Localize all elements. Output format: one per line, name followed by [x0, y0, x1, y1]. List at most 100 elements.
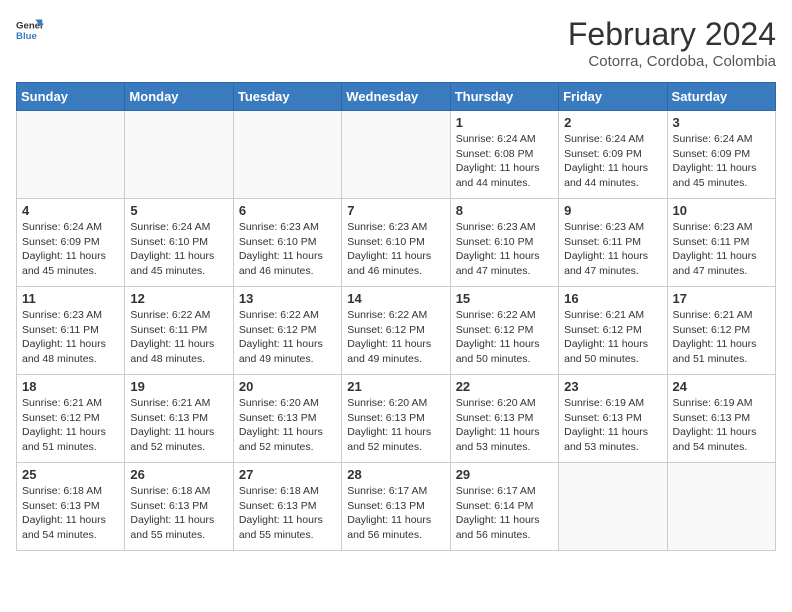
header-wednesday: Wednesday [342, 83, 450, 111]
day-number: 7 [347, 203, 444, 218]
calendar-cell [342, 111, 450, 199]
logo: General Blue [16, 16, 44, 44]
calendar-cell: 2Sunrise: 6:24 AM Sunset: 6:09 PM Daylig… [559, 111, 667, 199]
day-info: Sunrise: 6:20 AM Sunset: 6:13 PM Dayligh… [239, 396, 336, 455]
calendar-cell: 8 Sunrise: 6:23 AM Sunset: 6:10 PM Daylig… [450, 199, 558, 287]
day-number: 18 [22, 379, 119, 394]
calendar-cell: 18 Sunrise: 6:21 AM Sunset: 6:12 PM Dayli… [17, 375, 125, 463]
day-number: 13 [239, 291, 336, 306]
calendar-cell: 24Sunrise: 6:19 AM Sunset: 6:13 PM Dayli… [667, 375, 775, 463]
day-info: Sunrise: 6:18 AM Sunset: 6:13 PM Dayligh… [22, 484, 119, 543]
day-info: Sunrise: 6:24 AM Sunset: 6:09 PM Dayligh… [673, 132, 770, 191]
day-number: 26 [130, 467, 227, 482]
day-info: Sunrise: 6:21 AM Sunset: 6:12 PM Dayligh… [564, 308, 661, 367]
header-saturday: Saturday [667, 83, 775, 111]
calendar-week-2: 4 Sunrise: 6:24 AM Sunset: 6:09 PM Daylig… [17, 199, 776, 287]
calendar-table: Sunday Monday Tuesday Wednesday Thursday… [16, 82, 776, 551]
calendar-cell: 26 Sunrise: 6:18 AM Sunset: 6:13 PM Dayli… [125, 463, 233, 551]
calendar-cell: 22 Sunrise: 6:20 AM Sunset: 6:13 PM Dayli… [450, 375, 558, 463]
day-number: 15 [456, 291, 553, 306]
day-info: Sunrise: 6:23 AM Sunset: 6:10 PM Dayligh… [347, 220, 444, 279]
calendar-cell [233, 111, 341, 199]
day-info: Sunrise: 6:20 AM Sunset: 6:13 PM Dayligh… [456, 396, 553, 455]
day-number: 29 [456, 467, 553, 482]
day-info: Sunrise: 6:18 AM Sunset: 6:13 PM Dayligh… [130, 484, 227, 543]
calendar-week-3: 11 Sunrise: 6:23 AM Sunset: 6:11 PM Dayli… [17, 287, 776, 375]
calendar-cell: 27 Sunrise: 6:18 AM Sunset: 6:13 PM Dayli… [233, 463, 341, 551]
day-info: Sunrise: 6:23 AM Sunset: 6:11 PM Dayligh… [564, 220, 661, 279]
header-thursday: Thursday [450, 83, 558, 111]
calendar-week-5: 25 Sunrise: 6:18 AM Sunset: 6:13 PM Dayli… [17, 463, 776, 551]
calendar-cell: 13 Sunrise: 6:22 AM Sunset: 6:12 PM Dayli… [233, 287, 341, 375]
day-info: Sunrise: 6:23 AM Sunset: 6:10 PM Dayligh… [456, 220, 553, 279]
header-sunday: Sunday [17, 83, 125, 111]
calendar-cell: 23 Sunrise: 6:19 AM Sunset: 6:13 PM Dayli… [559, 375, 667, 463]
header-friday: Friday [559, 83, 667, 111]
day-number: 17 [673, 291, 770, 306]
calendar-cell: 14 Sunrise: 6:22 AM Sunset: 6:12 PM Dayli… [342, 287, 450, 375]
day-info: Sunrise: 6:21 AM Sunset: 6:13 PM Dayligh… [130, 396, 227, 455]
calendar-cell: 20 Sunrise: 6:20 AM Sunset: 6:13 PM Dayli… [233, 375, 341, 463]
calendar-cell: 25 Sunrise: 6:18 AM Sunset: 6:13 PM Dayli… [17, 463, 125, 551]
calendar-cell: 10Sunrise: 6:23 AM Sunset: 6:11 PM Dayli… [667, 199, 775, 287]
day-number: 1 [456, 115, 553, 130]
calendar-cell: 21 Sunrise: 6:20 AM Sunset: 6:13 PM Dayli… [342, 375, 450, 463]
day-info: Sunrise: 6:21 AM Sunset: 6:12 PM Dayligh… [673, 308, 770, 367]
day-number: 25 [22, 467, 119, 482]
calendar-title: February 2024 [568, 16, 776, 53]
day-number: 14 [347, 291, 444, 306]
calendar-cell: 16 Sunrise: 6:21 AM Sunset: 6:12 PM Dayli… [559, 287, 667, 375]
day-info: Sunrise: 6:17 AM Sunset: 6:13 PM Dayligh… [347, 484, 444, 543]
calendar-cell: 15 Sunrise: 6:22 AM Sunset: 6:12 PM Dayli… [450, 287, 558, 375]
day-number: 23 [564, 379, 661, 394]
day-info: Sunrise: 6:24 AM Sunset: 6:10 PM Dayligh… [130, 220, 227, 279]
day-info: Sunrise: 6:20 AM Sunset: 6:13 PM Dayligh… [347, 396, 444, 455]
day-number: 28 [347, 467, 444, 482]
day-number: 4 [22, 203, 119, 218]
day-info: Sunrise: 6:22 AM Sunset: 6:12 PM Dayligh… [456, 308, 553, 367]
day-info: Sunrise: 6:19 AM Sunset: 6:13 PM Dayligh… [564, 396, 661, 455]
calendar-cell: 4 Sunrise: 6:24 AM Sunset: 6:09 PM Daylig… [17, 199, 125, 287]
day-info: Sunrise: 6:19 AM Sunset: 6:13 PM Dayligh… [673, 396, 770, 455]
calendar-week-1: 1 Sunrise: 6:24 AM Sunset: 6:08 PM Daylig… [17, 111, 776, 199]
day-info: Sunrise: 6:18 AM Sunset: 6:13 PM Dayligh… [239, 484, 336, 543]
day-info: Sunrise: 6:22 AM Sunset: 6:12 PM Dayligh… [347, 308, 444, 367]
calendar-cell: 28 Sunrise: 6:17 AM Sunset: 6:13 PM Dayli… [342, 463, 450, 551]
calendar-cell [559, 463, 667, 551]
calendar-week-4: 18 Sunrise: 6:21 AM Sunset: 6:12 PM Dayli… [17, 375, 776, 463]
calendar-cell: 17 Sunrise: 6:21 AM Sunset: 6:12 PM Dayli… [667, 287, 775, 375]
header-tuesday: Tuesday [233, 83, 341, 111]
day-info: Sunrise: 6:17 AM Sunset: 6:14 PM Dayligh… [456, 484, 553, 543]
calendar-cell: 19Sunrise: 6:21 AM Sunset: 6:13 PM Dayli… [125, 375, 233, 463]
day-number: 21 [347, 379, 444, 394]
day-info: Sunrise: 6:23 AM Sunset: 6:11 PM Dayligh… [673, 220, 770, 279]
day-number: 11 [22, 291, 119, 306]
calendar-cell [125, 111, 233, 199]
day-number: 3 [673, 115, 770, 130]
calendar-cell: 7 Sunrise: 6:23 AM Sunset: 6:10 PM Daylig… [342, 199, 450, 287]
day-info: Sunrise: 6:24 AM Sunset: 6:08 PM Dayligh… [456, 132, 553, 191]
calendar-cell [17, 111, 125, 199]
calendar-cell: 12Sunrise: 6:22 AM Sunset: 6:11 PM Dayli… [125, 287, 233, 375]
day-number: 27 [239, 467, 336, 482]
title-block: February 2024 Cotorra, Cordoba, Colombia [568, 16, 776, 70]
calendar-cell: 9 Sunrise: 6:23 AM Sunset: 6:11 PM Daylig… [559, 199, 667, 287]
day-number: 2 [564, 115, 661, 130]
day-number: 22 [456, 379, 553, 394]
day-info: Sunrise: 6:24 AM Sunset: 6:09 PM Dayligh… [22, 220, 119, 279]
calendar-cell: 11 Sunrise: 6:23 AM Sunset: 6:11 PM Dayli… [17, 287, 125, 375]
page-header: General Blue February 2024 Cotorra, Cord… [16, 16, 776, 70]
day-number: 8 [456, 203, 553, 218]
day-number: 20 [239, 379, 336, 394]
logo-icon: General Blue [16, 16, 44, 44]
day-info: Sunrise: 6:21 AM Sunset: 6:12 PM Dayligh… [22, 396, 119, 455]
calendar-cell: 5Sunrise: 6:24 AM Sunset: 6:10 PM Daylig… [125, 199, 233, 287]
day-info: Sunrise: 6:22 AM Sunset: 6:12 PM Dayligh… [239, 308, 336, 367]
calendar-subtitle: Cotorra, Cordoba, Colombia [568, 53, 776, 70]
day-number: 6 [239, 203, 336, 218]
day-info: Sunrise: 6:22 AM Sunset: 6:11 PM Dayligh… [130, 308, 227, 367]
calendar-cell: 1 Sunrise: 6:24 AM Sunset: 6:08 PM Daylig… [450, 111, 558, 199]
day-number: 16 [564, 291, 661, 306]
day-info: Sunrise: 6:23 AM Sunset: 6:11 PM Dayligh… [22, 308, 119, 367]
day-number: 9 [564, 203, 661, 218]
